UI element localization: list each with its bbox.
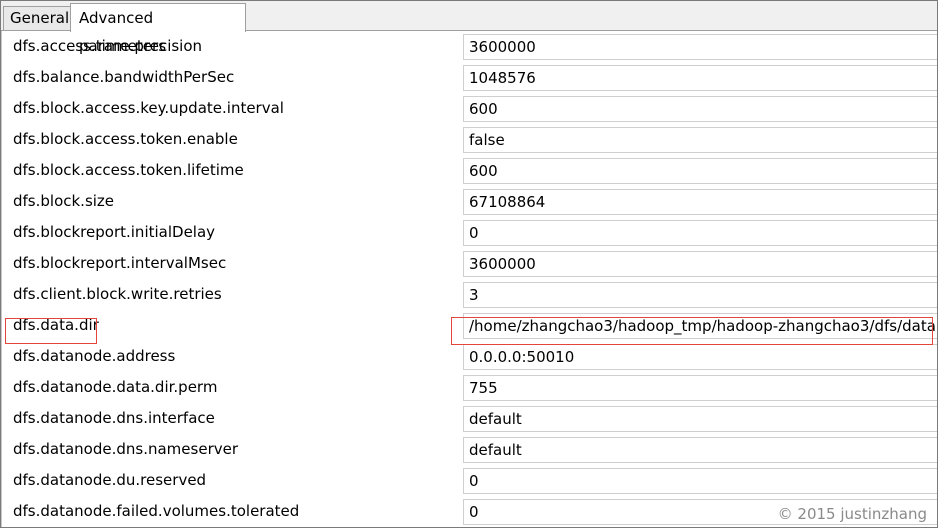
parameter-name: dfs.datanode.data.dir.perm — [13, 378, 218, 396]
parameter-value-field[interactable]: 3600000 — [463, 34, 937, 60]
parameter-name: dfs.block.access.key.update.interval — [13, 99, 284, 117]
parameter-row: dfs.client.block.write.retries 3 — [2, 279, 937, 310]
parameter-value-field[interactable]: 600 — [463, 96, 937, 122]
parameter-row: dfs.block.size 67108864 — [2, 186, 937, 217]
parameter-name: dfs.blockreport.intervalMsec — [13, 254, 227, 272]
parameter-value-field[interactable]: 67108864 — [463, 189, 937, 215]
parameter-name: dfs.block.size — [13, 192, 115, 210]
watermark: © 2015 justinzhang — [777, 505, 927, 523]
parameter-row: dfs.datanode.dns.nameserver default — [2, 434, 937, 465]
parameter-name: dfs.client.block.write.retries — [13, 285, 222, 303]
parameter-name: dfs.blockreport.initialDelay — [13, 223, 216, 241]
parameter-name: dfs.block.access.token.enable — [13, 130, 238, 148]
parameter-row: dfs.block.access.token.lifetime 600 — [2, 155, 937, 186]
parameter-row: dfs.datanode.du.reserved 0 — [2, 465, 937, 496]
parameter-name: dfs.datanode.address — [13, 347, 176, 365]
parameter-name: dfs.datanode.failed.volumes.tolerated — [13, 502, 300, 520]
parameter-row: dfs.block.access.token.enable false — [2, 124, 937, 155]
parameter-value-field[interactable]: 600 — [463, 158, 937, 184]
parameter-value-field[interactable]: 1048576 — [463, 65, 937, 91]
parameter-value-field[interactable]: 0.0.0.0:50010 — [463, 344, 937, 370]
parameter-name: dfs.balance.bandwidthPerSec — [13, 68, 235, 86]
parameter-name: dfs.block.access.token.lifetime — [13, 161, 244, 179]
parameter-value-field[interactable]: 755 — [463, 375, 937, 401]
tab-advanced-parameters[interactable]: Advanced parameters — [70, 3, 246, 55]
parameter-name: dfs.datanode.dns.nameserver — [13, 440, 239, 458]
tab-general[interactable]: General — [3, 6, 71, 30]
parameter-value-field[interactable]: default — [463, 437, 937, 463]
tab-bar: General Advanced parameters — [1, 1, 937, 55]
parameter-value-field[interactable]: false — [463, 127, 937, 153]
parameter-row: dfs.balance.bandwidthPerSec 1048576 — [2, 62, 937, 93]
parameter-row: dfs.datanode.dns.interface default — [2, 403, 937, 434]
parameter-name: dfs.datanode.du.reserved — [13, 471, 207, 489]
parameter-value-field[interactable]: 3600000 — [463, 251, 937, 277]
preferences-panel: General Advanced parameters dfs.access.t… — [0, 0, 938, 528]
parameter-name: dfs.datanode.dns.interface — [13, 409, 215, 427]
parameter-row-highlighted: dfs.data.dir /home/zhangchao3/hadoop_tmp… — [2, 310, 937, 341]
parameter-name: dfs.data.dir — [13, 316, 99, 334]
parameter-row: dfs.datanode.data.dir.perm 755 — [2, 372, 937, 403]
parameter-value-field[interactable]: 3 — [463, 282, 937, 308]
parameter-value-field[interactable]: default — [463, 406, 937, 432]
parameter-row: dfs.datanode.address 0.0.0.0:50010 — [2, 341, 937, 372]
parameter-row: dfs.blockreport.intervalMsec 3600000 — [2, 248, 937, 279]
parameter-row: dfs.block.access.key.update.interval 600 — [2, 93, 937, 124]
parameter-value-field[interactable]: /home/zhangchao3/hadoop_tmp/hadoop-zhang… — [463, 313, 937, 339]
parameters-table: dfs.access.time.precision 3600000 dfs.ba… — [1, 31, 937, 527]
parameter-value-field[interactable]: 0 — [463, 220, 937, 246]
parameter-row: dfs.blockreport.initialDelay 0 — [2, 217, 937, 248]
parameter-value-field[interactable]: 0 — [463, 468, 937, 494]
